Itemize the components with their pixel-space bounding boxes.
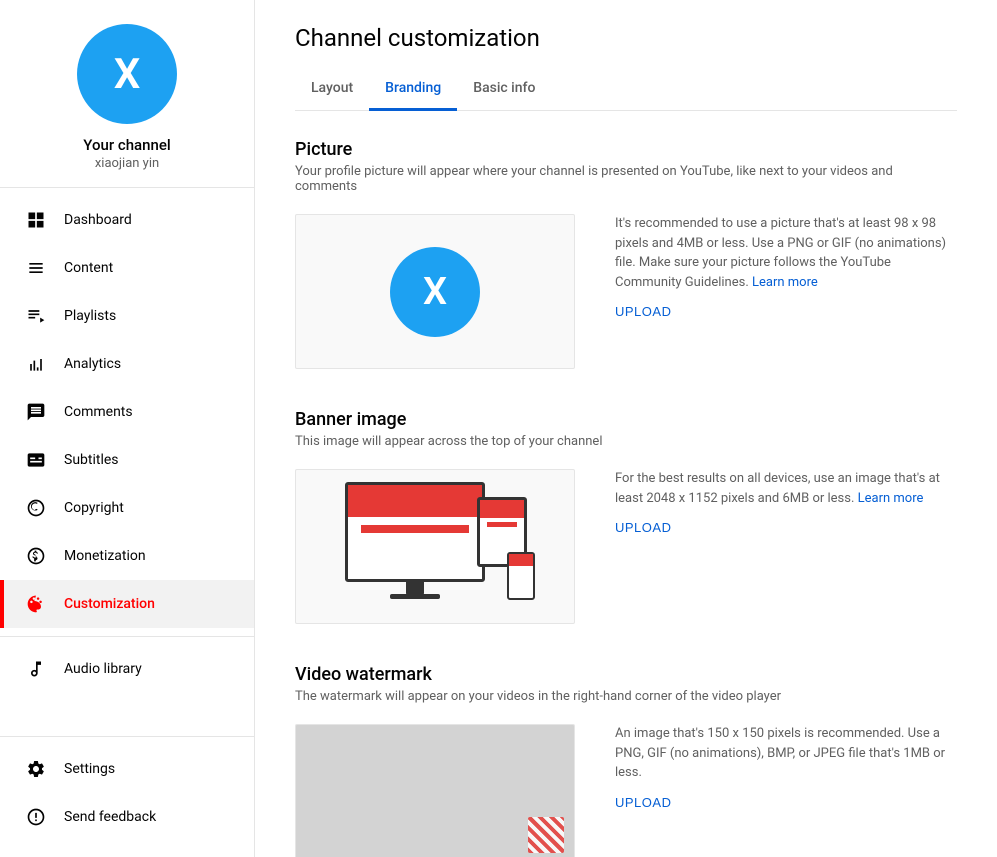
channel-name: Your channel: [83, 136, 170, 154]
playlists-icon: [24, 304, 48, 328]
mobile-illustration: [507, 552, 535, 600]
sidebar-item-analytics[interactable]: Analytics: [0, 340, 254, 388]
content-icon: [24, 256, 48, 280]
monitor-red-bar: [361, 525, 468, 533]
main-content: Channel customization Layout Branding Ba…: [255, 0, 997, 857]
sidebar-item-settings[interactable]: Settings: [0, 745, 254, 793]
sidebar-item-content[interactable]: Content: [0, 244, 254, 292]
sidebar-item-subtitles[interactable]: Subtitles: [0, 436, 254, 484]
watermark-preview-area: ▶ ▶▶ 🔊 ⚙ ▢ ❐: [295, 724, 575, 857]
banner-learn-more-link[interactable]: Learn more: [858, 491, 924, 506]
sidebar-item-customization-label: Customization: [64, 596, 155, 612]
dashboard-icon: [24, 208, 48, 232]
tabs: Layout Branding Basic info: [295, 68, 957, 111]
banner-preview-area: [295, 469, 575, 624]
section-banner: Banner image This image will appear acro…: [295, 409, 957, 624]
channel-handle: xiaojian yin: [95, 156, 159, 171]
watermark-section-title: Video watermark: [295, 664, 957, 685]
profile-preview-avatar: X: [390, 247, 480, 337]
sidebar-item-comments[interactable]: Comments: [0, 388, 254, 436]
picture-section-content: X It's recommended to use a picture that…: [295, 214, 957, 369]
watermark-info-area: An image that's 150 x 150 pixels is reco…: [615, 724, 957, 811]
watermark-section-content: ▶ ▶▶ 🔊 ⚙ ▢ ❐ An image that's 150 x 150 p…: [295, 724, 957, 857]
avatar: X: [77, 24, 177, 124]
banner-section-content: For the best results on all devices, use…: [295, 469, 957, 624]
tab-branding[interactable]: Branding: [369, 68, 457, 111]
picture-preview-area: X: [295, 214, 575, 369]
banner-section-title: Banner image: [295, 409, 957, 430]
feedback-icon: [24, 805, 48, 829]
watermark-section-desc: The watermark will appear on your videos…: [295, 689, 957, 704]
picture-upload-button[interactable]: UPLOAD: [615, 304, 671, 319]
tablet-red-bar: [487, 522, 518, 527]
sidebar-bottom: Settings Send feedback: [0, 736, 254, 857]
sidebar-item-monetization[interactable]: Monetization: [0, 532, 254, 580]
picture-info-text: It's recommended to use a picture that's…: [615, 214, 957, 292]
section-picture: Picture Your profile picture will appear…: [295, 139, 957, 369]
analytics-icon: [24, 352, 48, 376]
sidebar-header: X Your channel xiaojian yin: [0, 0, 254, 188]
copyright-icon: [24, 496, 48, 520]
sidebar-item-audio-library[interactable]: Audio library: [0, 645, 254, 693]
audio-icon: [24, 657, 48, 681]
picture-learn-more-link[interactable]: Learn more: [752, 275, 818, 290]
sidebar-item-comments-label: Comments: [64, 404, 133, 420]
sidebar-item-monetization-label: Monetization: [64, 548, 146, 564]
picture-section-desc: Your profile picture will appear where y…: [295, 164, 957, 194]
tab-layout[interactable]: Layout: [295, 68, 369, 111]
sidebar-item-content-label: Content: [64, 260, 113, 276]
sidebar-item-playlists[interactable]: Playlists: [0, 292, 254, 340]
banner-upload-button[interactable]: UPLOAD: [615, 520, 671, 535]
sidebar-item-send-feedback[interactable]: Send feedback: [0, 793, 254, 841]
page-title: Channel customization: [295, 24, 957, 52]
banner-section-desc: This image will appear across the top of…: [295, 434, 957, 449]
sidebar-item-copyright[interactable]: Copyright: [0, 484, 254, 532]
sidebar-item-copyright-label: Copyright: [64, 500, 124, 516]
monitor-base: [390, 594, 440, 599]
tab-basic-info[interactable]: Basic info: [457, 68, 551, 111]
sidebar-item-send-feedback-label: Send feedback: [64, 809, 156, 825]
sidebar-item-dashboard[interactable]: Dashboard: [0, 196, 254, 244]
sidebar-nav: Dashboard Content Playlists Analytics: [0, 188, 254, 736]
settings-icon: [24, 757, 48, 781]
watermark-badge: [528, 817, 564, 853]
sidebar-item-settings-label: Settings: [64, 761, 115, 777]
subtitles-icon: [24, 448, 48, 472]
picture-info-area: It's recommended to use a picture that's…: [615, 214, 957, 320]
customization-icon: [24, 592, 48, 616]
banner-info-area: For the best results on all devices, use…: [615, 469, 957, 536]
monitor-banner-strip: [348, 485, 482, 517]
sidebar-item-playlists-label: Playlists: [64, 308, 116, 324]
monetization-icon: [24, 544, 48, 568]
sidebar-item-dashboard-label: Dashboard: [64, 212, 132, 228]
sidebar-item-audio-label: Audio library: [64, 661, 142, 677]
banner-info-text: For the best results on all devices, use…: [615, 469, 957, 508]
sidebar: X Your channel xiaojian yin Dashboard Co…: [0, 0, 255, 857]
sidebar-item-analytics-label: Analytics: [64, 356, 121, 372]
watermark-info-text: An image that's 150 x 150 pixels is reco…: [615, 724, 957, 783]
banner-devices-illustration: [335, 482, 535, 612]
section-watermark: Video watermark The watermark will appea…: [295, 664, 957, 857]
tablet-banner-strip: [480, 500, 524, 518]
picture-section-title: Picture: [295, 139, 957, 160]
sidebar-divider: [0, 636, 254, 637]
mobile-banner-strip: [509, 554, 533, 566]
watermark-upload-button[interactable]: UPLOAD: [615, 795, 671, 810]
monitor-illustration: [345, 482, 485, 582]
sidebar-item-customization[interactable]: Customization: [0, 580, 254, 628]
comments-icon: [24, 400, 48, 424]
sidebar-item-subtitles-label: Subtitles: [64, 452, 119, 468]
